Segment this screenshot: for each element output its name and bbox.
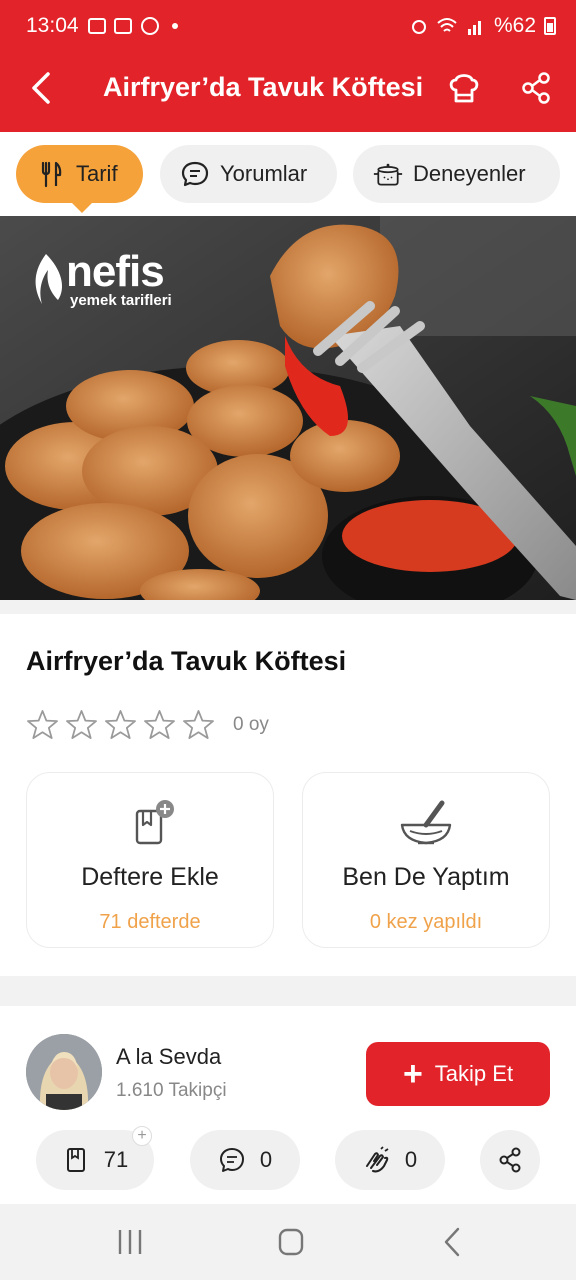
clap-icon	[365, 1146, 389, 1173]
comment-count-button[interactable]: 0	[190, 1130, 300, 1190]
back-nav-icon[interactable]	[432, 1224, 472, 1260]
share-button[interactable]	[480, 1130, 540, 1190]
share-icon	[499, 1147, 521, 1173]
add-to-notebook-label: Deftere Ekle	[81, 863, 219, 891]
notebook-count: 71 defterde	[99, 911, 201, 933]
ge-icon	[114, 18, 132, 34]
flame-logo-icon	[35, 254, 62, 304]
gallery-icon	[88, 18, 106, 34]
bottom-action-bar: 71 + 0 0	[0, 1116, 576, 1204]
i-made-it-button[interactable]: Ben De Yaptım 0 kez yapıldı	[302, 772, 550, 948]
signal-icon	[467, 21, 481, 35]
status-time: 13:04	[26, 14, 79, 37]
tab-deneyenler[interactable]: Deneyenler	[353, 145, 560, 203]
notification-icons	[88, 16, 178, 36]
battery-percent: %62	[493, 14, 536, 37]
star-icon[interactable]	[143, 708, 176, 741]
recipe-photo: nefis yemek tarifleri	[0, 216, 576, 600]
star-icon[interactable]	[182, 708, 215, 741]
more-notifications-icon	[172, 23, 178, 29]
mortar-icon	[400, 800, 452, 845]
tab-deneyenler-label: Deneyenler	[413, 161, 526, 186]
share-icon[interactable]	[516, 68, 556, 108]
tab-tarif-label: Tarif	[76, 161, 118, 186]
title-bar: Airfryer’da Tavuk Köftesi	[0, 52, 576, 132]
add-to-notebook-button[interactable]: Deftere Ekle 71 defterde	[26, 772, 274, 948]
battery-icon	[544, 17, 556, 35]
home-icon[interactable]	[271, 1224, 311, 1260]
tried-count: 0	[404, 1147, 418, 1172]
tab-yorumlar-label: Yorumlar	[220, 161, 308, 186]
tried-count-button[interactable]: 0	[335, 1130, 445, 1190]
avatar-photo	[26, 1034, 102, 1110]
follow-label: Takip Et	[434, 1061, 514, 1086]
cutlery-icon	[41, 161, 62, 188]
notebook-add-icon	[135, 800, 174, 845]
save-count: 71	[103, 1147, 129, 1172]
comment-count: 0	[259, 1147, 273, 1172]
logo-word: nefis	[66, 247, 165, 296]
alarm-icon	[411, 20, 426, 34]
page-title: Airfryer’da Tavuk Köftesi	[103, 72, 424, 102]
system-icons: %62	[410, 14, 556, 38]
author-name[interactable]: A la Sevda	[116, 1044, 221, 1070]
star-rating[interactable]: 0 oy	[26, 708, 269, 741]
chef-hat-icon[interactable]	[444, 68, 484, 108]
save-count-button[interactable]: 71 +	[36, 1126, 154, 1190]
comment-icon	[181, 161, 209, 187]
star-icon[interactable]	[26, 708, 59, 741]
small-plus-icon: +	[132, 1126, 152, 1146]
wifi-icon	[437, 18, 457, 32]
recent-apps-icon[interactable]	[110, 1224, 150, 1260]
system-nav-bar	[0, 1204, 576, 1280]
whatsapp-icon	[141, 17, 159, 35]
recipe-title: Airfryer’da Tavuk Köftesi	[26, 646, 347, 676]
plus-icon: +	[402, 1055, 423, 1093]
comment-icon	[219, 1148, 244, 1172]
tab-tarif[interactable]: Tarif	[16, 145, 143, 213]
author-followers: 1.610 Takipçi	[116, 1080, 227, 1101]
follow-button[interactable]: + Takip Et	[366, 1042, 550, 1106]
pot-icon	[373, 163, 403, 186]
logo-subtitle: yemek tarifleri	[70, 292, 172, 309]
back-arrow-icon[interactable]	[22, 68, 62, 108]
rating-count: 0 oy	[233, 713, 269, 735]
notebook-icon	[66, 1148, 85, 1172]
app-header: 13:04 %62 Airfryer’da Tavuk Köftesi	[0, 0, 576, 132]
recipe-card: Airfryer’da Tavuk Köftesi 0 oy Deftere E…	[0, 614, 576, 976]
i-made-it-label: Ben De Yaptım	[342, 863, 510, 891]
made-count: 0 kez yapıldı	[369, 911, 483, 933]
star-icon[interactable]	[65, 708, 98, 741]
tab-yorumlar[interactable]: Yorumlar	[160, 145, 337, 203]
avatar[interactable]	[26, 1034, 102, 1110]
tab-bar: Tarif Yorumlar Deneyenler	[0, 132, 576, 216]
star-icon[interactable]	[104, 708, 137, 741]
nefis-logo: nefis yemek tarifleri	[32, 247, 172, 309]
status-bar: 13:04 %62	[0, 0, 576, 52]
